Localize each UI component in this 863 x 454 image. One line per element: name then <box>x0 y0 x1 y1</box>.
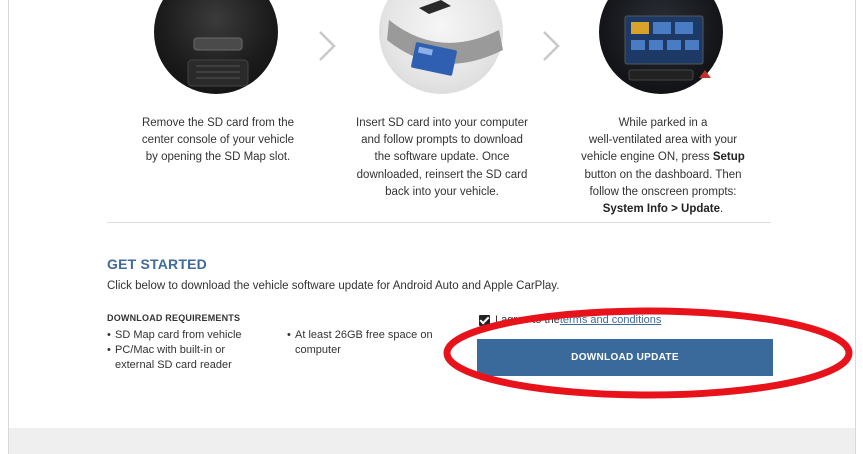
sd-insert-photo <box>379 0 503 95</box>
list-item: • SD Map card from vehicle <box>107 329 242 341</box>
step-1-text: Remove the SD card from the center conso… <box>141 117 295 164</box>
dashboard-screen-photo <box>599 0 723 95</box>
chevron-right-icon <box>543 31 560 61</box>
step-2-text: Insert SD card into your computer and fo… <box>356 117 528 198</box>
terms-checkbox[interactable] <box>479 314 490 326</box>
requirements-heading: DOWNLOAD REQUIREMENTS <box>107 313 241 323</box>
list-item: • At least 26GB free space on computer <box>287 329 433 356</box>
chevron-right-icon <box>319 31 336 61</box>
terms-label: I agree to the <box>495 314 560 326</box>
section-divider <box>107 222 771 223</box>
terms-agreement: I agree to the terms and conditions <box>479 314 661 326</box>
get-started-description: Click below to download the vehicle soft… <box>107 280 560 292</box>
requirements-list-left: • SD Map card from vehicle • PC/Mac with b… <box>107 328 267 373</box>
sd-slot-photo <box>154 0 278 95</box>
terms-link[interactable]: terms and conditions <box>560 314 662 326</box>
list-item: • PC/Mac with built-in or external SD card… <box>107 344 232 371</box>
download-update-button[interactable]: DOWNLOAD UPDATE <box>477 339 773 376</box>
footer-band <box>9 428 855 454</box>
get-started-heading: GET STARTED <box>107 256 207 272</box>
requirements-list-right: • At least 26GB free space on computer <box>287 328 447 358</box>
step-3-text: While parked in a well-ventilated area w… <box>581 117 745 216</box>
